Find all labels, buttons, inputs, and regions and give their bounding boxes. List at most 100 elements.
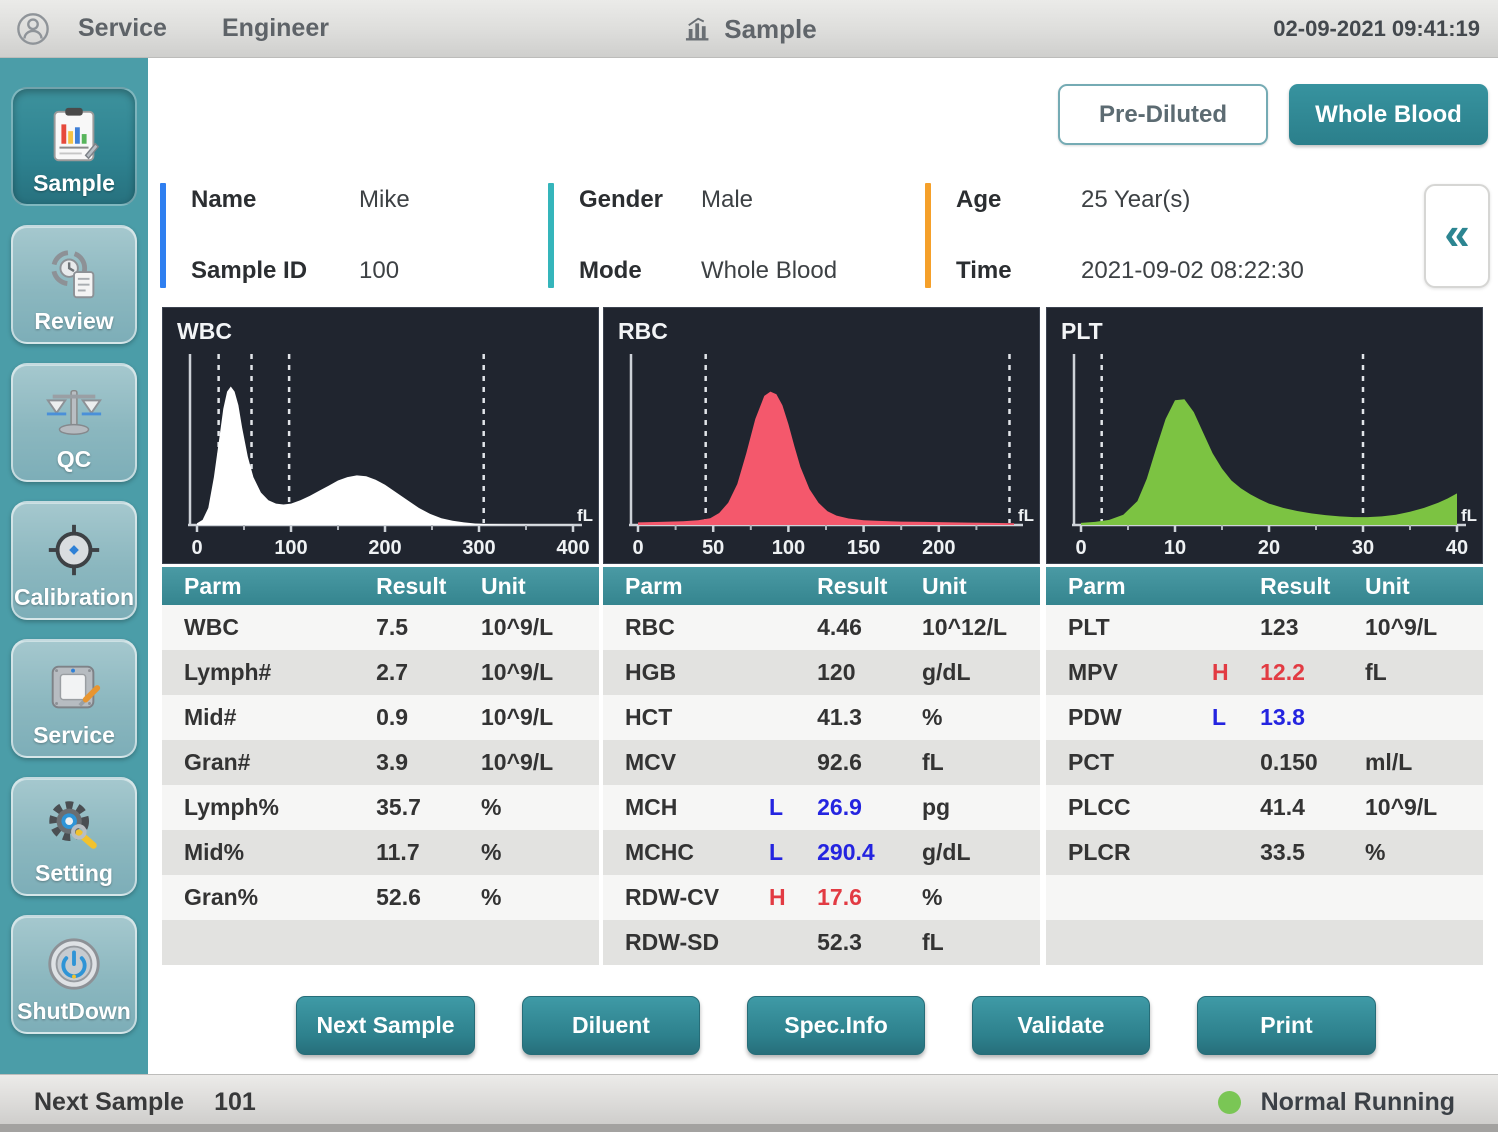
collapse-panel-button[interactable]: « [1424,184,1490,288]
column-header-result: Result [817,573,922,600]
table-row: RDW-SD52.3fL [603,920,1040,965]
cell-parm: PLT [1046,614,1212,641]
clipboard-chart-icon [43,105,105,167]
history-document-icon [43,243,105,305]
table-row: Mid%11.7% [162,830,599,875]
table-row: MCHCL290.4g/dL [603,830,1040,875]
sidebar-item-review[interactable]: Review [11,225,137,344]
table-row [162,920,599,965]
rbc-histogram: RBC050100150200fL [603,307,1040,564]
age-label: Age [956,186,1081,214]
cell-unit: fL [922,749,1040,776]
name-label: Name [191,186,359,214]
cell-flag: L [1212,704,1260,731]
cell-parm: PLCC [1046,794,1212,821]
sidebar-item-setting[interactable]: Setting [11,777,137,896]
hematology-analyzer-screen: Service Engineer Sample 02-09-2021 09:41… [0,0,1498,1132]
svg-text:fL: fL [1018,506,1034,525]
table-row: Mid# 0.910^9/L [162,695,599,740]
table-row: RDW-CVH17.6% [603,875,1040,920]
cell-flag: H [1212,659,1260,686]
cell-result: 290.4 [817,839,922,866]
cell-result: 7.5 [376,614,481,641]
next-sample-label: Next Sample [34,1088,184,1117]
rbc-results-table: Parm Result Unit RBC4.4610^12/LHGB120g/d… [603,567,1040,965]
column-header-unit: Unit [1365,573,1483,600]
cell-result: 12.2 [1260,659,1365,686]
cell-result: 123 [1260,614,1365,641]
cell-result: 52.6 [376,884,481,911]
svg-text:WBC: WBC [177,318,232,344]
table-header: Parm Result Unit [162,567,599,605]
sidebar-item-service[interactable]: Service [11,639,137,758]
sidebar-item-qc[interactable]: QC [11,363,137,482]
name-value: Mike [359,186,410,214]
cell-unit: % [481,884,599,911]
sidebar-nav: Sample Review [0,58,148,1074]
balance-scale-icon [43,381,105,443]
sample-chart-icon [681,14,711,44]
mode-value: Whole Blood [701,257,837,285]
time-label: Time [956,257,1081,285]
plt-histogram: PLT010203040fL [1046,307,1483,564]
sidebar-item-label: Service [33,722,115,749]
table-header: Parm Result Unit [1046,567,1483,605]
cell-unit: g/dL [922,659,1040,686]
table-row: PLCR33.5% [1046,830,1483,875]
table-row: Gran#3.910^9/L [162,740,599,785]
cell-parm: MCH [603,794,769,821]
cell-unit: 10^9/L [481,704,599,731]
sidebar-item-label: Setting [35,860,113,887]
table-row: MCHL26.9pg [603,785,1040,830]
cell-parm: Mid# [162,704,328,731]
gender-label: Gender [579,186,701,214]
sidebar-item-label: QC [57,446,92,473]
svg-text:100: 100 [772,537,805,559]
spec-info-button[interactable]: Spec.Info [747,996,925,1055]
sidebar-item-label: Review [34,308,113,335]
table-row: Lymph#2.710^9/L [162,650,599,695]
cell-result: 41.3 [817,704,922,731]
sidebar-item-sample[interactable]: Sample [11,87,137,206]
cell-flag: L [769,839,817,866]
cell-result: 0.9 [376,704,481,731]
print-button[interactable]: Print [1197,996,1376,1055]
cell-parm: Gran# [162,749,328,776]
page-title: Sample [724,14,817,45]
cell-parm: Mid% [162,839,328,866]
svg-text:0: 0 [1075,537,1086,559]
next-sample-button[interactable]: Next Sample [296,996,475,1055]
cell-unit: 10^9/L [1365,794,1483,821]
whole-blood-button[interactable]: Whole Blood [1289,84,1488,145]
cell-parm: RBC [603,614,769,641]
cell-parm: PCT [1046,749,1212,776]
info-accent-bar-blue [160,183,166,288]
table-row: MPVH12.2fL [1046,650,1483,695]
sidebar-item-shutdown[interactable]: ShutDown [11,915,137,1034]
svg-text:PLT: PLT [1061,318,1103,344]
cell-result: 4.46 [817,614,922,641]
user-menu[interactable] [16,12,50,46]
sidebar-item-calibration[interactable]: Calibration [11,501,137,620]
next-sample-status: Next Sample 101 [34,1088,256,1117]
column-header-unit: Unit [481,573,599,600]
patient-info-gender-block: GenderMale ModeWhole Blood [548,183,837,288]
svg-text:100: 100 [274,537,307,559]
svg-text:30: 30 [1352,537,1374,559]
column-header-parm: Parm [603,573,769,600]
topbar-label-engineer: Engineer [222,14,329,43]
cell-result: 120 [817,659,922,686]
svg-text:50: 50 [702,537,724,559]
sidebar-item-label: ShutDown [17,998,131,1025]
cell-parm: MCV [603,749,769,776]
table-row: PCT0.150ml/L [1046,740,1483,785]
cell-parm: MCHC [603,839,769,866]
cell-unit: 10^12/L [922,614,1040,641]
validate-button[interactable]: Validate [972,996,1150,1055]
topbar-label-service: Service [78,14,167,43]
svg-text:300: 300 [462,537,495,559]
cell-unit: % [922,884,1040,911]
diluent-button[interactable]: Diluent [522,996,700,1055]
system-datetime: 02-09-2021 09:41:19 [1273,16,1480,42]
pre-diluted-button[interactable]: Pre-Diluted [1058,84,1268,145]
